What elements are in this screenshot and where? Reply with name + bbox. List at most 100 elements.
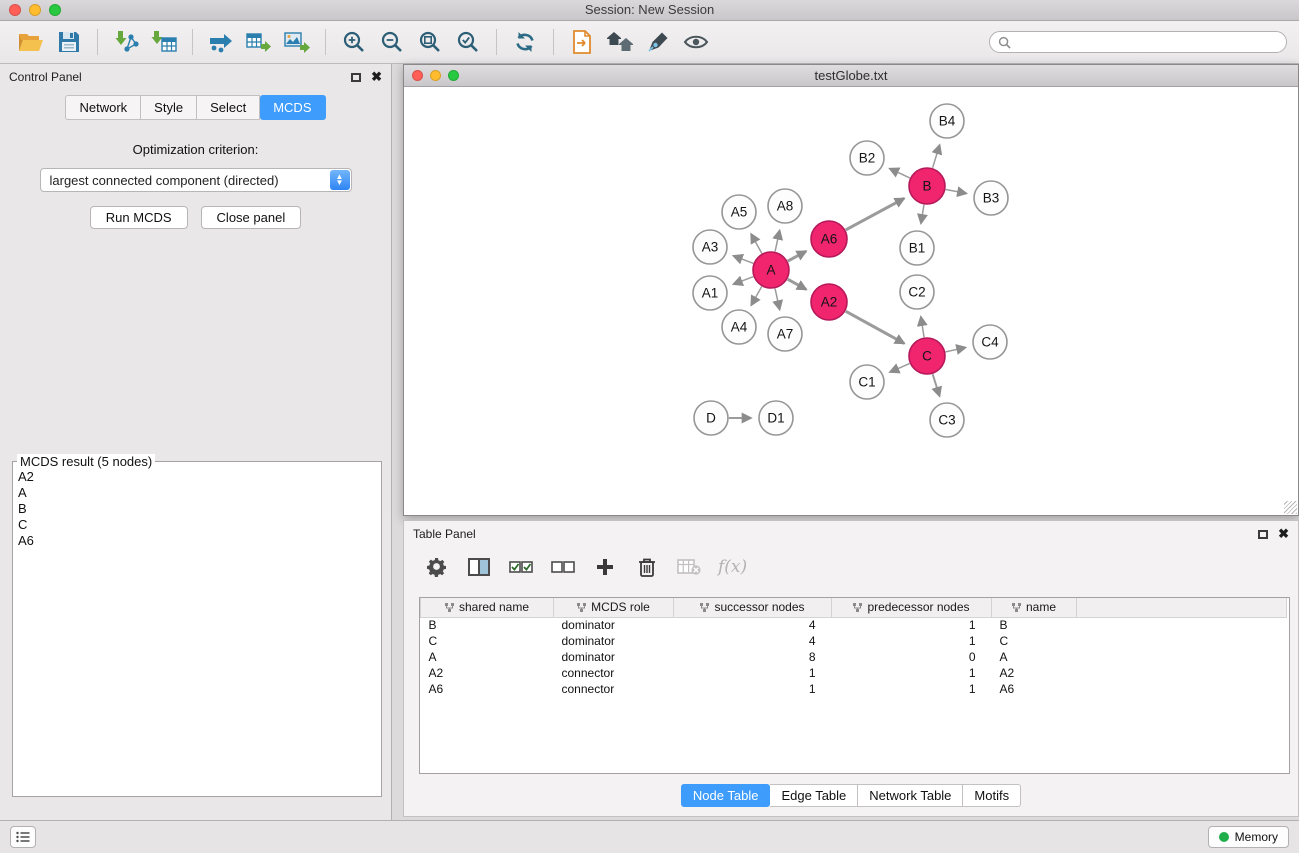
graph-edge-A2-C[interactable]: [846, 311, 905, 343]
import-network-icon[interactable]: [107, 26, 145, 58]
cell[interactable]: C: [421, 633, 554, 649]
cell[interactable]: 8: [674, 649, 832, 665]
cell[interactable]: 1: [832, 681, 992, 697]
first-neighbors-icon[interactable]: [563, 26, 601, 58]
graph-edge-C-C1[interactable]: [890, 364, 910, 373]
column-header-MCDS-role[interactable]: MCDS role: [554, 598, 674, 617]
cell[interactable]: A6: [421, 681, 554, 697]
zoom-fit-icon[interactable]: [411, 26, 449, 58]
tab-style[interactable]: Style: [141, 95, 197, 120]
visual-style-icon[interactable]: [639, 26, 677, 58]
cell[interactable]: dominator: [554, 649, 674, 665]
cell[interactable]: dominator: [554, 633, 674, 649]
cell[interactable]: 1: [832, 665, 992, 681]
graph-edge-A-A6[interactable]: [788, 251, 806, 261]
graph-edge-A-A1[interactable]: [733, 277, 753, 284]
optimization-criterion-dropdown[interactable]: largest connected component (directed) ▲…: [40, 168, 352, 192]
network-window-titlebar[interactable]: testGlobe.txt: [404, 65, 1298, 87]
graph-edge-B-B4[interactable]: [933, 145, 940, 168]
deselect-all-icon[interactable]: [550, 555, 576, 579]
eye-icon[interactable]: [677, 26, 715, 58]
tab-network[interactable]: Network: [65, 95, 141, 120]
graph-node-A2[interactable]: A2: [811, 284, 847, 320]
zoom-in-icon[interactable]: [335, 26, 373, 58]
graph-edge-C-C2[interactable]: [921, 317, 924, 338]
cell[interactable]: A: [421, 649, 554, 665]
resize-grip[interactable]: [1284, 501, 1297, 514]
table-row[interactable]: Cdominator41C: [421, 633, 1287, 649]
graph-node-A[interactable]: A: [753, 252, 789, 288]
export-table-icon[interactable]: [240, 26, 278, 58]
graph-edge-C-C3[interactable]: [933, 374, 940, 396]
cell[interactable]: 1: [832, 633, 992, 649]
graph-node-D1[interactable]: D1: [759, 401, 793, 435]
table-row[interactable]: Bdominator41B: [421, 617, 1287, 633]
graph-node-C1[interactable]: C1: [850, 365, 884, 399]
graph-edge-B-B1[interactable]: [921, 205, 924, 224]
graph-edge-B-B3[interactable]: [946, 190, 967, 194]
close-window-button[interactable]: [9, 4, 21, 16]
cell[interactable]: 1: [832, 617, 992, 633]
graph-edge-C-C4[interactable]: [946, 347, 966, 351]
graph-node-A8[interactable]: A8: [768, 189, 802, 223]
network-minimize-button[interactable]: [430, 70, 441, 81]
tab-network-table[interactable]: Network Table: [858, 784, 963, 807]
close-panel-icon[interactable]: ✖: [371, 72, 382, 82]
column-header-shared-name[interactable]: shared name: [421, 598, 554, 617]
cell[interactable]: 4: [674, 617, 832, 633]
graph-edge-A-A3[interactable]: [733, 256, 753, 263]
delete-icon[interactable]: [634, 555, 660, 579]
memory-button[interactable]: Memory: [1208, 826, 1289, 848]
export-network-icon[interactable]: [202, 26, 240, 58]
graph-node-A4[interactable]: A4: [722, 310, 756, 344]
cell[interactable]: A: [992, 649, 1077, 665]
graph-edge-A-A2[interactable]: [788, 279, 807, 289]
float-panel-icon[interactable]: [351, 73, 361, 82]
float-table-panel-icon[interactable]: [1258, 530, 1268, 539]
column-header-successor-nodes[interactable]: successor nodes: [674, 598, 832, 617]
node-table-container[interactable]: shared nameMCDS rolesuccessor nodesprede…: [419, 597, 1290, 774]
tab-select[interactable]: Select: [197, 95, 260, 120]
maximize-window-button[interactable]: [49, 4, 61, 16]
search-input[interactable]: [1016, 35, 1278, 49]
export-image-icon[interactable]: [278, 26, 316, 58]
cell[interactable]: B: [992, 617, 1077, 633]
cell[interactable]: 1: [674, 681, 832, 697]
graph-node-B4[interactable]: B4: [930, 104, 964, 138]
column-header-name[interactable]: name: [992, 598, 1077, 617]
home-icon[interactable]: [601, 26, 639, 58]
open-session-icon[interactable]: [12, 26, 50, 58]
cell[interactable]: A2: [421, 665, 554, 681]
graph-node-C3[interactable]: C3: [930, 403, 964, 437]
column-icon[interactable]: [466, 555, 492, 579]
graph-node-D[interactable]: D: [694, 401, 728, 435]
table-row[interactable]: A2connector11A2: [421, 665, 1287, 681]
import-table-icon[interactable]: [145, 26, 183, 58]
graph-node-A6[interactable]: A6: [811, 221, 847, 257]
graph-node-B2[interactable]: B2: [850, 141, 884, 175]
tab-node-table[interactable]: Node Table: [681, 784, 771, 807]
graph-node-A5[interactable]: A5: [722, 195, 756, 229]
cell[interactable]: A2: [992, 665, 1077, 681]
network-canvas[interactable]: B4B2BB3A5A8A6A3B1AA1C2A2A4A7C4CC1C3DD1: [404, 88, 1298, 503]
add-icon[interactable]: [592, 555, 618, 579]
graph-edge-A-A5[interactable]: [751, 234, 762, 253]
tab-motifs[interactable]: Motifs: [963, 784, 1021, 807]
graph-node-C2[interactable]: C2: [900, 275, 934, 309]
zoom-out-icon[interactable]: [373, 26, 411, 58]
cell[interactable]: B: [421, 617, 554, 633]
run-mcds-button[interactable]: Run MCDS: [90, 206, 188, 229]
cell[interactable]: 4: [674, 633, 832, 649]
tab-mcds[interactable]: MCDS: [260, 95, 325, 120]
close-panel-button[interactable]: Close panel: [201, 206, 302, 229]
graph-node-C[interactable]: C: [909, 338, 945, 374]
minimize-window-button[interactable]: [29, 4, 41, 16]
close-table-panel-icon[interactable]: ✖: [1278, 529, 1289, 539]
graph-node-C4[interactable]: C4: [973, 325, 1007, 359]
table-row[interactable]: Adominator80A: [421, 649, 1287, 665]
network-maximize-button[interactable]: [448, 70, 459, 81]
graph-edge-B-B2[interactable]: [890, 169, 910, 178]
graph-node-B3[interactable]: B3: [974, 181, 1008, 215]
cell[interactable]: dominator: [554, 617, 674, 633]
zoom-selected-icon[interactable]: [449, 26, 487, 58]
